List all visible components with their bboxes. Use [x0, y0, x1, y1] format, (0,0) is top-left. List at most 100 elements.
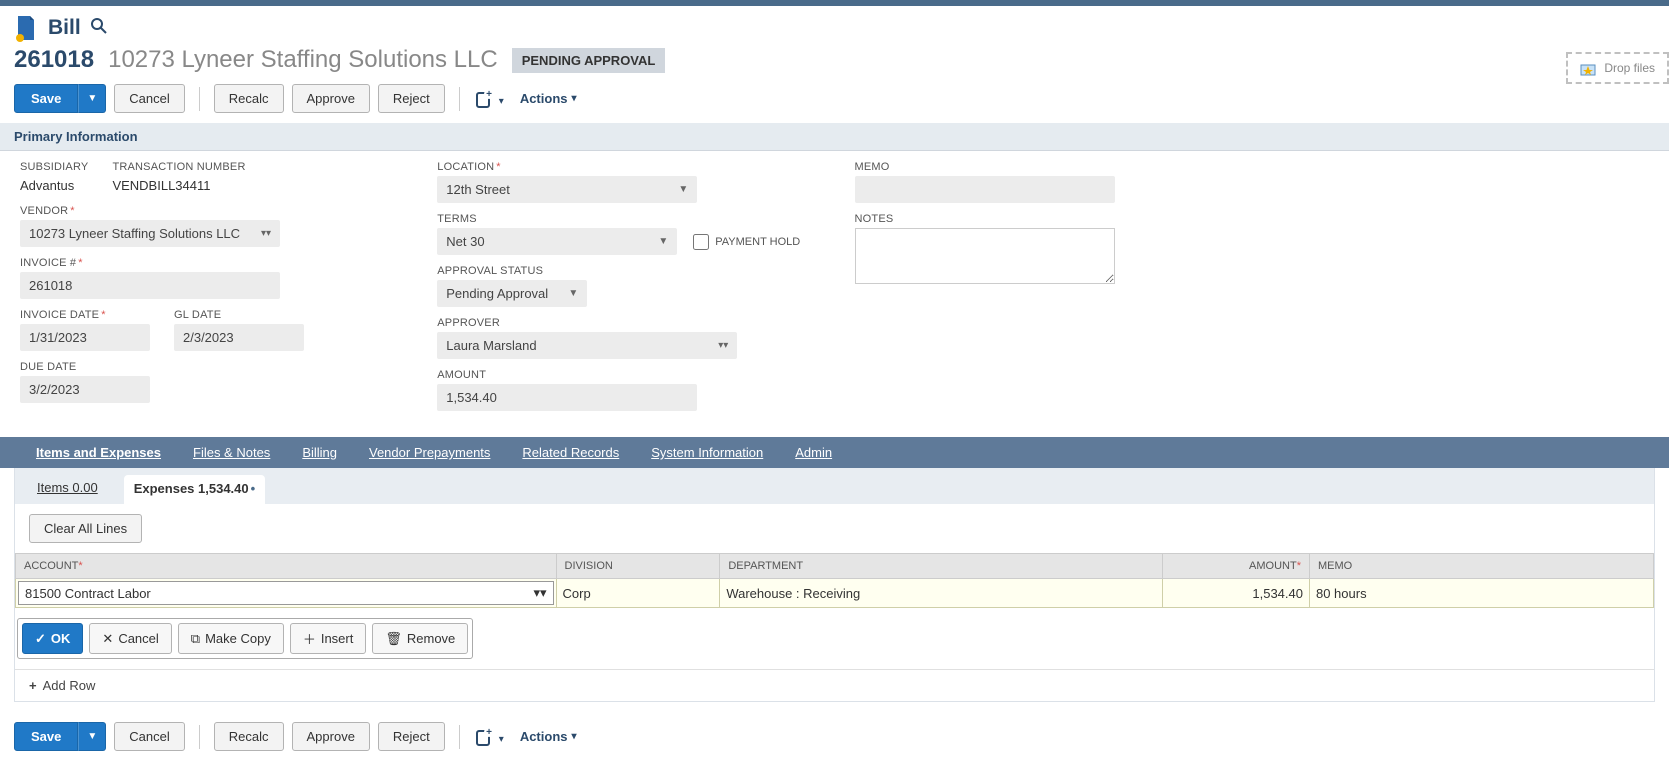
- tab-system-info[interactable]: System Information: [635, 437, 779, 468]
- cancel-button-bottom[interactable]: Cancel: [114, 722, 184, 751]
- amount-input[interactable]: [437, 384, 697, 411]
- cell-amount[interactable]: 1,534.40: [1162, 579, 1309, 608]
- tab-vendor-prepayments[interactable]: Vendor Prepayments: [353, 437, 506, 468]
- th-amount[interactable]: AMOUNT*: [1162, 554, 1309, 579]
- form-primary-info: SUBSIDIARY Advantus TRANSACTION NUMBER V…: [0, 151, 1669, 437]
- star-icon: [1580, 60, 1596, 76]
- row-insert-button[interactable]: ＋Insert: [290, 623, 367, 654]
- subtitle-row: 261018 10273 Lyneer Staffing Solutions L…: [0, 46, 1669, 84]
- label-due-date: DUE DATE: [20, 361, 397, 373]
- copy-icon: ⧉: [191, 631, 200, 647]
- approve-button-bottom[interactable]: Approve: [292, 722, 370, 751]
- label-approval-status: APPROVAL STATUS: [437, 265, 814, 277]
- approver-value: Laura Marsland: [446, 338, 536, 353]
- title-row: Bill: [0, 6, 1669, 46]
- memo-input[interactable]: [855, 176, 1115, 203]
- terms-select[interactable]: Net 30 ▼: [437, 228, 677, 255]
- record-id: 261018: [14, 46, 94, 74]
- payment-hold-checkbox[interactable]: [693, 234, 709, 250]
- terms-value: Net 30: [446, 234, 484, 249]
- label-memo: MEMO: [855, 161, 1232, 173]
- close-icon: ✕: [102, 631, 113, 647]
- notes-textarea[interactable]: [855, 228, 1115, 284]
- location-select[interactable]: 12th Street ▼: [437, 176, 697, 203]
- approval-status-select[interactable]: Pending Approval ▼: [437, 280, 587, 307]
- row-ok-button[interactable]: ✓OK: [22, 623, 83, 654]
- svg-text:+: +: [486, 89, 492, 100]
- drop-files-label: Drop files: [1604, 61, 1655, 75]
- account-select[interactable]: 81500 Contract Labor ▾▾: [18, 581, 554, 605]
- divider: [459, 725, 460, 749]
- label-location: LOCATION*: [437, 161, 814, 173]
- value-subsidiary: Advantus: [20, 176, 88, 195]
- row-actions-bar: ✓OK ✕Cancel ⧉Make Copy ＋Insert 🗑Remove: [15, 608, 1654, 669]
- label-vendor: VENDOR*: [20, 205, 397, 217]
- tab-files-notes[interactable]: Files & Notes: [177, 437, 286, 468]
- clear-all-lines-button[interactable]: Clear All Lines: [29, 514, 142, 543]
- label-gl-date: GL DATE: [174, 309, 304, 321]
- save-dropdown-button-bottom[interactable]: ▼: [78, 722, 106, 751]
- label-invoice-date: INVOICE DATE*: [20, 309, 150, 321]
- label-payment-hold: PAYMENT HOLD: [715, 236, 800, 248]
- divider: [199, 87, 200, 111]
- tab-items-expenses[interactable]: Items and Expenses: [20, 437, 177, 468]
- label-amount: AMOUNT: [437, 369, 814, 381]
- chevron-down-icon: ▼: [658, 236, 668, 247]
- th-memo[interactable]: MEMO: [1309, 554, 1653, 579]
- table-row[interactable]: 81500 Contract Labor ▾▾ Corp Warehouse :…: [16, 579, 1654, 608]
- subtab-expenses[interactable]: Expenses 1,534.40•: [124, 475, 265, 505]
- chevron-down-icon: ▼: [678, 184, 688, 195]
- value-transaction-number: VENDBILL34411: [112, 176, 245, 195]
- svg-text:+: +: [486, 727, 492, 738]
- row-cancel-button[interactable]: ✕Cancel: [89, 623, 171, 654]
- top-action-bar: Save ▼ Cancel Recalc Approve Reject + Ac…: [0, 84, 1669, 123]
- approve-button[interactable]: Approve: [292, 84, 370, 113]
- label-terms: TERMS: [437, 213, 814, 225]
- th-division[interactable]: DIVISION: [556, 554, 720, 579]
- main-tabs: Items and Expenses Files & Notes Billing…: [0, 437, 1669, 468]
- label-notes: NOTES: [855, 213, 1232, 225]
- divider: [199, 725, 200, 749]
- check-icon: ✓: [35, 631, 46, 647]
- account-value: 81500 Contract Labor: [25, 586, 151, 601]
- tab-admin[interactable]: Admin: [779, 437, 848, 468]
- section-primary-info: Primary Information: [0, 123, 1669, 151]
- label-subsidiary: SUBSIDIARY: [20, 161, 88, 173]
- vendor-select[interactable]: 10273 Lyneer Staffing Solutions LLC ▾▾: [20, 220, 280, 247]
- row-remove-button[interactable]: 🗑Remove: [372, 623, 468, 654]
- due-date-input[interactable]: [20, 376, 150, 403]
- tab-related-records[interactable]: Related Records: [506, 437, 635, 468]
- invoice-no-input[interactable]: [20, 272, 280, 299]
- plus-icon: ＋: [303, 629, 316, 648]
- reject-button[interactable]: Reject: [378, 84, 445, 113]
- cancel-button[interactable]: Cancel: [114, 84, 184, 113]
- save-button-bottom[interactable]: Save: [14, 722, 78, 751]
- chevron-down-icon: ▼: [568, 288, 578, 299]
- cell-memo[interactable]: 80 hours: [1309, 579, 1653, 608]
- th-department[interactable]: DEPARTMENT: [720, 554, 1162, 579]
- add-row-button[interactable]: Add Row: [15, 669, 1654, 701]
- approver-select[interactable]: Laura Marsland ▾▾: [437, 332, 737, 359]
- actions-menu[interactable]: Actions▾: [512, 85, 585, 112]
- th-account[interactable]: ACCOUNT*: [16, 554, 557, 579]
- vendor-value: 10273 Lyneer Staffing Solutions LLC: [29, 226, 240, 241]
- actions-menu-bottom[interactable]: Actions▾: [512, 723, 585, 750]
- tab-billing[interactable]: Billing: [286, 437, 353, 468]
- cell-department[interactable]: Warehouse : Receiving: [720, 579, 1162, 608]
- save-button[interactable]: Save: [14, 84, 78, 113]
- recalc-button[interactable]: Recalc: [214, 84, 284, 113]
- drop-files-area[interactable]: Drop files: [1566, 52, 1669, 84]
- attach-template-icon-bottom[interactable]: +: [474, 726, 504, 747]
- row-make-copy-button[interactable]: ⧉Make Copy: [178, 623, 284, 654]
- invoice-date-input[interactable]: [20, 324, 150, 351]
- reject-button-bottom[interactable]: Reject: [378, 722, 445, 751]
- subtab-items[interactable]: Items 0.00: [35, 474, 100, 504]
- save-dropdown-button[interactable]: ▼: [78, 84, 106, 113]
- search-icon[interactable]: [91, 18, 107, 39]
- gl-date-input[interactable]: [174, 324, 304, 351]
- attach-template-icon[interactable]: +: [474, 88, 504, 109]
- recalc-button-bottom[interactable]: Recalc: [214, 722, 284, 751]
- expenses-table: ACCOUNT* DIVISION DEPARTMENT AMOUNT* MEM…: [15, 553, 1654, 608]
- sub-tabs: Items 0.00 Expenses 1,534.40•: [15, 468, 1654, 504]
- cell-division[interactable]: Corp: [556, 579, 720, 608]
